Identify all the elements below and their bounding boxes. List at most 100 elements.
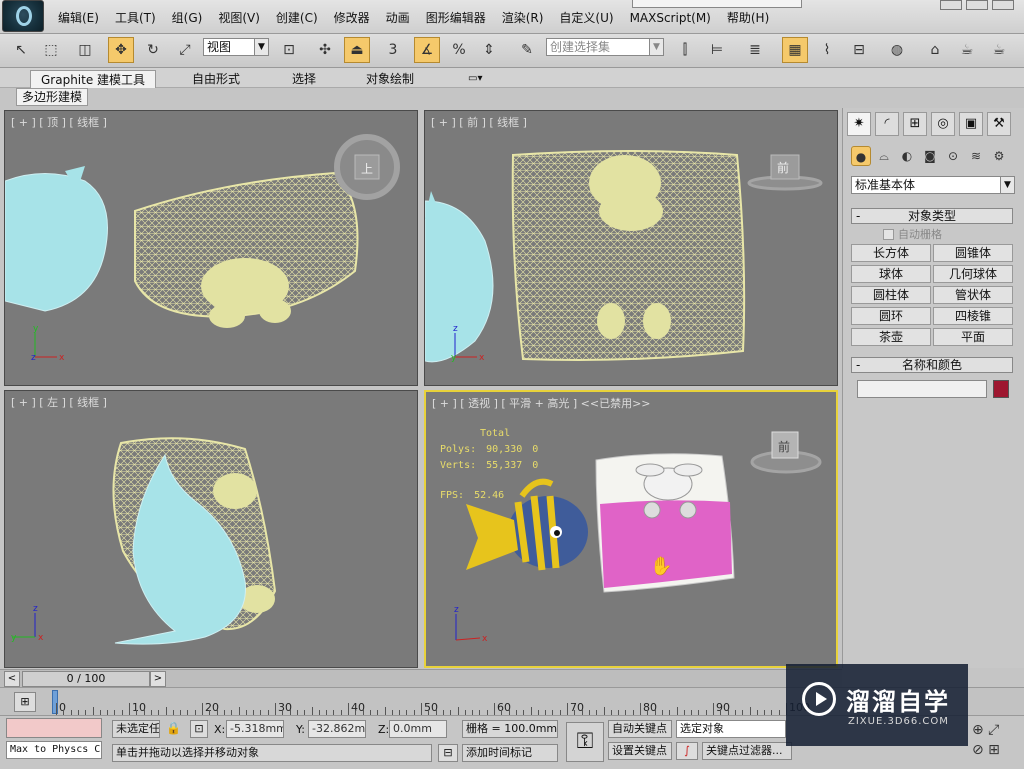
spacewarps-icon[interactable]: ≋	[966, 146, 986, 166]
viewport-nav-icons[interactable]: ⊕ ⤢ ⊘ ⊞	[972, 720, 1020, 762]
layer-manager-icon[interactable]: ≣	[742, 37, 768, 63]
menu-group[interactable]: 组(G)	[164, 10, 211, 26]
select-rotate-icon[interactable]: ↻	[140, 37, 166, 63]
menu-create[interactable]: 创建(C)	[268, 10, 326, 26]
time-slider-thumb[interactable]: 0 / 100	[22, 671, 150, 687]
set-key-icon[interactable]: ⚿	[566, 722, 604, 762]
rect-selection-icon[interactable]: ⬚	[38, 37, 64, 63]
open-mini-curve-editor-icon[interactable]: ⊞	[14, 692, 36, 712]
display-tab-icon[interactable]: ▣	[959, 112, 983, 136]
autogrid-box[interactable]	[883, 228, 894, 240]
edit-named-selection-icon[interactable]: ✎	[514, 37, 540, 63]
name-color-rollout[interactable]: - 名称和颜色	[851, 357, 1013, 373]
select-scale-icon[interactable]: ⤢	[172, 37, 198, 63]
app-logo-icon[interactable]	[2, 0, 44, 32]
menu-modifiers[interactable]: 修改器	[326, 10, 378, 26]
angle-snap-icon[interactable]: ∡	[414, 37, 440, 63]
select-move-icon[interactable]: ✥	[108, 37, 134, 63]
cone-button[interactable]: 圆锥体	[933, 244, 1013, 262]
tab-polygon-modeling[interactable]: 多边形建模	[16, 88, 89, 106]
named-selection-dropdown[interactable]: 创建选择集 ▼	[546, 38, 664, 56]
sphere-button[interactable]: 球体	[851, 265, 931, 283]
spinner-snap-icon[interactable]: ⇕	[476, 37, 502, 63]
search-box[interactable]	[632, 0, 802, 8]
create-tab-icon[interactable]: ✷	[847, 112, 871, 136]
set-key-button[interactable]: 设置关键点	[608, 742, 672, 760]
menu-graph-editors[interactable]: 图形编辑器	[418, 10, 494, 26]
mirror-icon[interactable]: ⫿	[672, 37, 698, 63]
percent-snap-icon[interactable]: %	[446, 37, 472, 63]
prev-frame-button[interactable]: <	[4, 671, 20, 687]
select-manipulate-icon[interactable]: ✣	[312, 37, 338, 63]
modify-tab-icon[interactable]: ◜	[875, 112, 899, 136]
graphite-toggle-icon[interactable]: ▦	[782, 37, 808, 63]
teapot-button[interactable]: 茶壶	[851, 328, 931, 346]
tab-selection[interactable]: 选择	[282, 70, 326, 88]
pivot-center-icon[interactable]: ⊡	[276, 37, 302, 63]
viewport-top[interactable]: [ + ] [ 顶 ] [ 线框 ] 上 y x z	[4, 110, 418, 386]
box-button[interactable]: 长方体	[851, 244, 931, 262]
menu-edit[interactable]: 编辑(E)	[50, 10, 107, 26]
shapes-icon[interactable]: ⌓	[874, 146, 894, 166]
geosphere-button[interactable]: 几何球体	[933, 265, 1013, 283]
geometry-icon[interactable]: ●	[851, 146, 871, 166]
align-icon[interactable]: ⊨	[704, 37, 730, 63]
window-crossing-icon[interactable]: ◫	[72, 37, 98, 63]
systems-icon[interactable]: ⚙	[989, 146, 1009, 166]
torus-button[interactable]: 圆环	[851, 307, 931, 325]
time-tag-icon[interactable]: ⊟	[438, 744, 458, 762]
object-color-swatch[interactable]	[993, 380, 1009, 398]
menu-maxscript[interactable]: MAXScript(M)	[622, 10, 719, 26]
z-coord-field[interactable]: 0.0mm	[389, 720, 447, 738]
cameras-icon[interactable]: ◙	[920, 146, 940, 166]
autogrid-checkbox[interactable]: 自动栅格	[883, 226, 942, 242]
ref-coord-dropdown[interactable]: 视图 ▼	[203, 38, 269, 56]
material-editor-icon[interactable]: ◍	[884, 37, 910, 63]
maxscript-mini-input[interactable]: Max to Physcs C	[6, 741, 102, 759]
render-production-icon[interactable]: ☕	[986, 37, 1012, 63]
auto-key-button[interactable]: 自动关键点	[608, 720, 672, 738]
key-selection-dropdown[interactable]: 选定对象	[676, 720, 786, 738]
viewport-left[interactable]: [ + ] [ 左 ] [ 线框 ] z y x	[4, 390, 418, 668]
hierarchy-tab-icon[interactable]: ⊞	[903, 112, 927, 136]
render-setup-icon[interactable]: ⌂	[922, 37, 948, 63]
snaps-toggle-icon[interactable]: 3	[380, 37, 406, 63]
menu-help[interactable]: 帮助(H)	[719, 10, 777, 26]
time-cursor[interactable]	[52, 690, 58, 714]
x-coord-field[interactable]: -5.318mm	[226, 720, 284, 738]
helpers-icon[interactable]: ⊙	[943, 146, 963, 166]
menu-views[interactable]: 视图(V)	[210, 10, 268, 26]
tube-button[interactable]: 管状体	[933, 286, 1013, 304]
plane-button[interactable]: 平面	[933, 328, 1013, 346]
utilities-tab-icon[interactable]: ⚒	[987, 112, 1011, 136]
close-button[interactable]	[992, 0, 1014, 10]
lights-icon[interactable]: ◐	[897, 146, 917, 166]
schematic-view-icon[interactable]: ⊟	[846, 37, 872, 63]
add-time-tag-button[interactable]: 添加时间标记	[462, 744, 558, 762]
object-type-rollout[interactable]: - 对象类型	[851, 208, 1013, 224]
select-object-icon[interactable]: ↖	[8, 37, 34, 63]
maximize-button[interactable]	[966, 0, 988, 10]
y-coord-field[interactable]: -32.862mm	[308, 720, 366, 738]
key-tangent-icon[interactable]: ∫	[676, 742, 698, 760]
maxscript-listener[interactable]	[6, 718, 102, 738]
tab-object-paint[interactable]: 对象绘制	[356, 70, 424, 88]
menu-animation[interactable]: 动画	[378, 10, 418, 26]
next-frame-button[interactable]: >	[150, 671, 166, 687]
tab-graphite-modeling[interactable]: Graphite 建模工具	[30, 70, 157, 88]
primitive-type-dropdown[interactable]: 标准基本体 ▼	[851, 176, 1015, 194]
cylinder-button[interactable]: 圆柱体	[851, 286, 931, 304]
menu-customize[interactable]: 自定义(U)	[551, 10, 621, 26]
rendered-frame-icon[interactable]: ☕	[954, 37, 980, 63]
pyramid-button[interactable]: 四棱锥	[933, 307, 1013, 325]
menu-tools[interactable]: 工具(T)	[107, 10, 164, 26]
object-name-input[interactable]	[857, 380, 987, 398]
viewport-perspective[interactable]: [ + ] [ 透视 ] [ 平滑 + 高光 ] <<已禁用>> Total P…	[424, 390, 838, 668]
menu-rendering[interactable]: 渲染(R)	[494, 10, 552, 26]
keyboard-shortcut-icon[interactable]: ⏏	[344, 37, 370, 63]
key-filters-button[interactable]: 关键点过滤器...	[702, 742, 792, 760]
ribbon-options-icon[interactable]: ▭▾	[458, 70, 492, 88]
viewport-front[interactable]: [ + ] [ 前 ] [ 线框 ] 前 z x y	[424, 110, 838, 386]
tab-freeform[interactable]: 自由形式	[182, 70, 250, 88]
curve-editor-icon[interactable]: ⌇	[814, 37, 840, 63]
